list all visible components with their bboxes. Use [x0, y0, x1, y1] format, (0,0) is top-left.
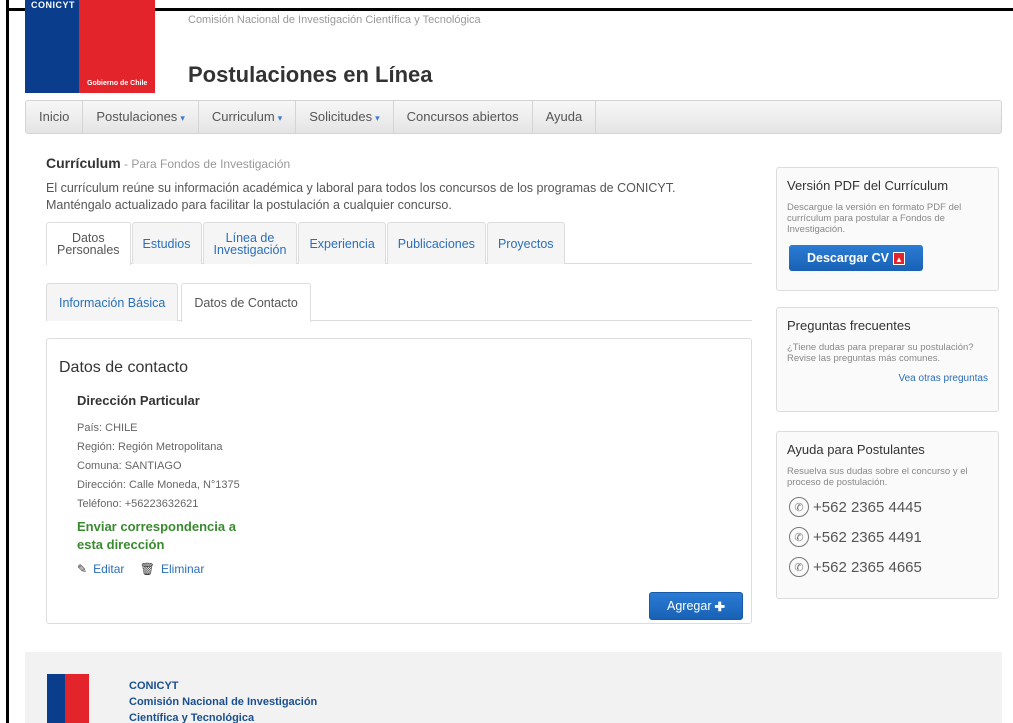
- phone-number[interactable]: ✆ +562 2365 4445: [789, 496, 998, 518]
- personal-data-subtabs: Información Básica Datos de Contacto: [46, 283, 752, 322]
- page-title: Currículum: [46, 155, 121, 171]
- address-details: País: CHILE Región: Región Metropolitana…: [77, 419, 240, 514]
- nav-item-solicitudes[interactable]: Solicitudes ▾: [296, 101, 394, 133]
- caret-down-icon: ▾: [375, 113, 380, 123]
- logo-top-text: CONICYT: [31, 0, 75, 10]
- window-border-top: [6, 8, 1013, 11]
- address-comuna: Comuna: SANTIAGO: [77, 460, 182, 472]
- add-address-button[interactable]: Agregar ✚: [649, 592, 743, 620]
- download-cv-button[interactable]: Descargar CV ▲: [789, 245, 923, 271]
- tab-estudios[interactable]: Estudios: [131, 222, 202, 264]
- faq-link[interactable]: Vea otras preguntas: [777, 373, 988, 384]
- help-box: Ayuda para Postulantes Resuelva sus duda…: [776, 431, 999, 599]
- delete-link[interactable]: 🗑 Eliminar: [140, 562, 211, 576]
- footer: CONICYT Comisión Nacional de Investigaci…: [25, 652, 1002, 723]
- caret-down-icon: ▾: [180, 113, 185, 123]
- phone-icon: ✆: [789, 497, 809, 517]
- org-name: Comisión Nacional de Investigación Cient…: [188, 14, 481, 26]
- tab-datos-contacto[interactable]: Datos de Contacto: [181, 283, 311, 322]
- site-title: Postulaciones en Línea: [188, 62, 433, 87]
- nav-item-curriculum[interactable]: Curriculum ▾: [199, 101, 297, 133]
- phone-icon: ✆: [789, 557, 809, 577]
- page-intro: El currículum reúne su información acadé…: [46, 181, 676, 212]
- tab-linea-investigacion[interactable]: Línea de Investigación: [202, 222, 298, 264]
- edit-link[interactable]: ✎ Editar: [77, 562, 130, 576]
- tab-informacion-basica[interactable]: Información Básica: [46, 283, 179, 321]
- footer-org-text: CONICYT Comisión Nacional de Investigaci…: [129, 680, 318, 723]
- logo-text: Gobierno de Chile: [87, 80, 148, 87]
- plus-icon: ✚: [714, 599, 725, 614]
- address-actions: ✎ Editar 🗑 Eliminar: [77, 562, 216, 576]
- address-phone: Teléfono: +56223632621: [77, 498, 199, 510]
- pdf-box-text: Descargue la versión en formato PDF del …: [787, 202, 962, 235]
- phone-icon: ✆: [789, 527, 809, 547]
- tab-proyectos[interactable]: Proyectos: [486, 222, 565, 264]
- correspondence-note: Enviar correspondencia a esta dirección: [77, 519, 236, 552]
- address-title: Dirección Particular: [77, 393, 200, 408]
- caret-down-icon: ▾: [277, 113, 283, 123]
- pdf-cv-box: Versión PDF del Currículum Descargue la …: [776, 167, 999, 291]
- trash-icon: 🗑: [139, 562, 155, 576]
- address-country: País: CHILE: [77, 422, 138, 434]
- address-street: Dirección: Calle Moneda, N°1375: [77, 479, 240, 491]
- page-subtitle: - Para Fondos de Investigación: [120, 157, 291, 171]
- tab-datos-personales[interactable]: Datos Personales: [46, 222, 131, 265]
- gobierno-logo[interactable]: CONICYT Gobierno de Chile: [25, 0, 155, 93]
- nav-item-ayuda[interactable]: Ayuda: [533, 101, 597, 133]
- address-region: Región: Región Metropolitana: [77, 441, 223, 453]
- footer-logo: [47, 674, 89, 723]
- tab-experiencia[interactable]: Experiencia: [298, 222, 386, 264]
- page-heading: Currículum - Para Fondos de Investigació…: [46, 155, 290, 171]
- phone-number[interactable]: ✆ +562 2365 4491: [789, 526, 998, 548]
- contact-panel: Datos de contacto Dirección Particular P…: [46, 338, 752, 624]
- main-navbar: Inicio Postulaciones ▾ Curriculum ▾ Solici…: [25, 100, 1002, 134]
- nav-item-postulaciones[interactable]: Postulaciones ▾: [83, 101, 199, 133]
- nav-item-concursos[interactable]: Concursos abiertos: [394, 101, 533, 133]
- faq-box: Preguntas frecuentes ¿Tiene dudas para p…: [776, 307, 999, 412]
- nav-item-inicio[interactable]: Inicio: [26, 101, 84, 133]
- pdf-icon: ▲: [893, 251, 905, 265]
- pdf-box-title: Versión PDF del Currículum: [787, 178, 949, 193]
- help-box-title: Ayuda para Postulantes: [787, 442, 925, 457]
- curriculum-tabs: Datos Personales Estudios Línea de Investi…: [46, 222, 752, 265]
- pencil-icon: ✎: [77, 562, 88, 576]
- window-border-left: [6, 0, 9, 723]
- phone-number[interactable]: ✆ +562 2365 4665: [789, 556, 998, 578]
- help-box-text: Resuelva sus dudas sobre el concurso y e…: [787, 466, 968, 488]
- faq-box-text: ¿Tiene dudas para preparar su postulació…: [787, 342, 974, 364]
- panel-title: Datos de contacto: [59, 359, 188, 376]
- tab-publicaciones[interactable]: Publicaciones: [386, 222, 486, 264]
- faq-box-title: Preguntas frecuentes: [787, 318, 911, 333]
